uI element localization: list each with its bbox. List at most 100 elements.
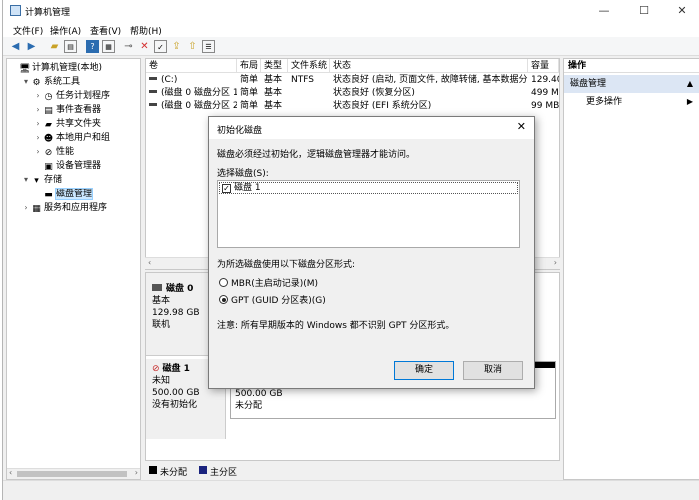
cancel-button[interactable]: 取消 <box>463 361 523 380</box>
dialog-close-icon[interactable]: ✕ <box>517 120 526 133</box>
gpt-label: GPT (GUID 分区表)(G) <box>231 296 326 306</box>
tree-item-8[interactable]: ▾ ▾ 存储 <box>7 173 140 187</box>
gpt-option[interactable]: GPT (GUID 分区表)(G) <box>219 293 326 306</box>
tree-item-0[interactable]: 🖥 计算机管理(本地) <box>7 61 140 75</box>
disk-checkbox[interactable]: ✓ <box>222 184 231 193</box>
delete-icon[interactable]: ✕ <box>138 40 151 53</box>
cell-text: 499 MB <box>531 88 559 98</box>
tree-item-10[interactable]: › ▦ 服务和应用程序 <box>7 201 140 215</box>
cell-text: 简单 <box>240 101 259 111</box>
more-actions-item[interactable]: 更多操作 ▶ <box>564 95 699 109</box>
gpt-note: 注意: 所有早期版本的 Windows 都不识别 GPT 分区形式。 <box>217 321 455 331</box>
disk-0-type: 基本 <box>152 296 171 306</box>
close-button[interactable]: ✕ <box>667 2 697 20</box>
tree-item-6[interactable]: › ⊘ 性能 <box>7 145 140 159</box>
tree-item-3[interactable]: › ▤ 事件查看器 <box>7 103 140 117</box>
cell-layout: 简单 <box>237 74 261 87</box>
list-view-icon[interactable]: ☰ <box>202 40 215 53</box>
volume-icon <box>149 77 157 80</box>
column-status[interactable]: 状态 <box>330 59 528 73</box>
tree-scrollbar[interactable]: ‹ › <box>7 468 140 479</box>
tree-item-1[interactable]: ▾ ⚙ 系统工具 <box>7 75 140 89</box>
legend: 未分配 主分区 <box>145 462 560 478</box>
cell-text: 99 MB <box>531 101 559 111</box>
tree-expander-icon[interactable]: › <box>33 103 43 117</box>
folder-export-icon[interactable]: ⇧ <box>186 40 199 53</box>
column-filesystem[interactable]: 文件系统 <box>288 59 330 73</box>
dialog-message: 磁盘必须经过初始化，逻辑磁盘管理器才能访问。 <box>217 150 416 160</box>
menu-view[interactable]: 查看(V) <box>90 24 121 37</box>
check-icon[interactable]: ✓ <box>154 40 167 53</box>
menu-help[interactable]: 帮助(H) <box>130 24 162 37</box>
tree-item-7[interactable]: ▣ 设备管理器 <box>7 159 140 173</box>
tree-expander-icon[interactable]: › <box>21 201 31 215</box>
disk-1-name: 磁盘 1 <box>162 364 190 374</box>
tree-expander-icon[interactable]: › <box>33 145 43 159</box>
column-type[interactable]: 类型 <box>261 59 288 73</box>
title-bar: 计算机管理 — ☐ ✕ <box>3 0 699 22</box>
column-layout[interactable]: 布局 <box>237 59 261 73</box>
console-tree: 🖥 计算机管理(本地) ▾ ⚙ 系统工具 › ◷ 任务计划程序 › ▤ 事件查看器 › ▰ 共享文件夹 › ☻… <box>6 58 141 480</box>
tree-expander-icon[interactable]: › <box>33 131 43 145</box>
menu-file[interactable]: 文件(F) <box>13 24 43 37</box>
up-folder-icon[interactable]: ▰ <box>48 40 61 53</box>
disk-list-item[interactable]: ✓ 磁盘 1 <box>219 182 518 194</box>
tree-expander-icon[interactable]: ▾ <box>21 75 31 89</box>
disk-uninitialized-icon: ⊘ <box>152 364 160 374</box>
clock-icon: ◷ <box>44 92 53 102</box>
tree-item-2[interactable]: › ◷ 任务计划程序 <box>7 89 140 103</box>
partition-state: 未分配 <box>235 401 263 411</box>
tree-item-label: 计算机管理(本地) <box>32 63 103 73</box>
minimize-button[interactable]: — <box>589 2 619 20</box>
properties-icon[interactable]: ▦ <box>102 40 115 53</box>
forward-arrow-icon[interactable]: ▶ <box>25 40 38 53</box>
table-row[interactable]: (磁盘 0 磁盘分区 1)简单基本 状态良好 (恢复分区) 499 MB <box>146 87 559 100</box>
cell-text: (磁盘 0 磁盘分区 2) <box>161 101 237 111</box>
tree-item-label: 共享文件夹 <box>56 119 102 129</box>
table-row[interactable]: (磁盘 0 磁盘分区 2) 简单 基本 状态良好 (EFI 系统分区) 99 MB <box>146 100 559 113</box>
column-volume[interactable]: 卷 <box>146 59 237 73</box>
help-icon[interactable]: ? <box>86 40 99 53</box>
gpt-radio[interactable] <box>219 295 228 304</box>
actions-pane: 操作 磁盘管理 ▲ 更多操作 ▶ <box>563 58 699 480</box>
collapse-arrow-icon: ▲ <box>686 79 693 88</box>
toolbar: ◀ ▶ ▰ ▤ ? ▦ ⊸ ✕ ✓ ⇪ ⇧ ☰ <box>3 37 699 56</box>
mbr-option[interactable]: MBR(主启动记录)(M) <box>219 276 318 289</box>
actions-section-disk-management[interactable]: 磁盘管理 ▲ <box>564 75 699 93</box>
tree-expander-icon[interactable]: ▾ <box>21 173 31 187</box>
table-row[interactable]: (C:) 简单 基本 NTFS 状态良好 (启动, 页面文件, 故障转储, 基本数据分区… <box>146 74 559 87</box>
legend-unallocated-label: 未分配 <box>160 468 188 478</box>
select-disk-label: 选择磁盘(S): <box>217 169 269 179</box>
partition-size: 500.00 GB <box>235 389 283 399</box>
connect-icon[interactable]: ⊸ <box>122 40 135 53</box>
disk-icon: ▬ <box>44 190 53 200</box>
ok-button[interactable]: 确定 <box>394 361 454 380</box>
tree-item-label: 事件查看器 <box>56 105 102 115</box>
no-entry-icon: ⊘ <box>44 148 53 158</box>
computer-icon: 🖥 <box>19 64 31 74</box>
menu-action[interactable]: 操作(A) <box>50 24 81 37</box>
back-arrow-icon[interactable]: ◀ <box>9 40 22 53</box>
tree-item-9[interactable]: ▬ 磁盘管理 <box>7 187 140 201</box>
tree-item-4[interactable]: › ▰ 共享文件夹 <box>7 117 140 131</box>
status-bar <box>3 480 699 500</box>
cell-fs: NTFS <box>288 74 330 87</box>
cell-text: 状态良好 (EFI 系统分区) <box>333 101 432 111</box>
disk-select-list[interactable]: ✓ 磁盘 1 <box>217 180 520 248</box>
actions-section-label: 磁盘管理 <box>570 79 607 89</box>
cell-status: 状态良好 (EFI 系统分区) <box>330 100 528 113</box>
cell-vol: (磁盘 0 磁盘分区 1) <box>146 87 237 100</box>
column-capacity[interactable]: 容量 <box>528 59 559 73</box>
maximize-button[interactable]: ☐ <box>629 2 659 20</box>
folder-up-icon[interactable]: ⇪ <box>170 40 183 53</box>
tools-icon: ⚙ <box>32 78 41 88</box>
tree-expander-icon[interactable]: › <box>33 89 43 103</box>
window-title: 计算机管理 <box>25 8 71 18</box>
disk-1-type: 未知 <box>152 376 171 386</box>
cell-vol: (磁盘 0 磁盘分区 2) <box>146 100 237 113</box>
tree-item-5[interactable]: › ☻ 本地用户和组 <box>7 131 140 145</box>
mbr-radio[interactable] <box>219 278 228 287</box>
cell-text: (磁盘 0 磁盘分区 1) <box>161 88 237 98</box>
tree-expander-icon[interactable]: › <box>33 117 43 131</box>
show-hide-tree-icon[interactable]: ▤ <box>64 40 77 53</box>
